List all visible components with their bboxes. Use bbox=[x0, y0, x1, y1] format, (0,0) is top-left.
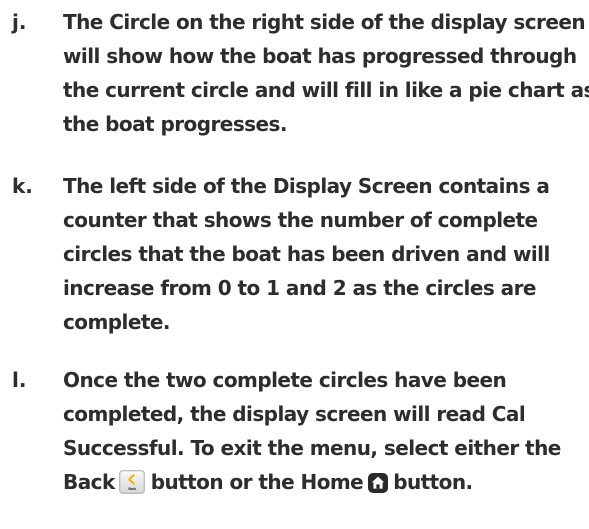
item-marker: l. bbox=[12, 368, 27, 392]
text-line: Once the two complete circles have been bbox=[63, 368, 507, 392]
text-line: the current circle and will fill in like… bbox=[63, 78, 589, 102]
text-line: circles that the boat has been driven an… bbox=[63, 242, 550, 266]
text-line: will show how the boat has progressed th… bbox=[63, 44, 577, 68]
text-line-with-icons: Back Back button or the Home button. bbox=[63, 465, 589, 499]
home-button-icon bbox=[367, 470, 389, 493]
svg-text:Back: Back bbox=[128, 487, 137, 491]
between-words: button or the Home bbox=[150, 470, 364, 494]
text-line: the boat progresses. bbox=[63, 112, 288, 136]
text-line: complete. bbox=[63, 310, 171, 334]
text-line: completed, the display screen will read … bbox=[63, 402, 526, 426]
after-words: button. bbox=[393, 470, 473, 494]
item-text: Once the two complete circles have been … bbox=[63, 363, 589, 499]
item-marker: j. bbox=[12, 10, 27, 34]
item-text: The Circle on the right side of the disp… bbox=[63, 5, 589, 141]
text-line: The left side of the Display Screen cont… bbox=[63, 174, 550, 198]
back-button-icon: Back bbox=[118, 469, 145, 494]
item-marker: k. bbox=[12, 174, 33, 198]
text-line: counter that shows the number of complet… bbox=[63, 208, 538, 232]
item-text: The left side of the Display Screen cont… bbox=[63, 169, 589, 339]
back-word: Back bbox=[63, 470, 115, 494]
text-line: The Circle on the right side of the disp… bbox=[63, 10, 586, 34]
text-line: Successful. To exit the menu, select eit… bbox=[63, 436, 561, 460]
text-line: increase from 0 to 1 and 2 as the circle… bbox=[63, 276, 536, 300]
